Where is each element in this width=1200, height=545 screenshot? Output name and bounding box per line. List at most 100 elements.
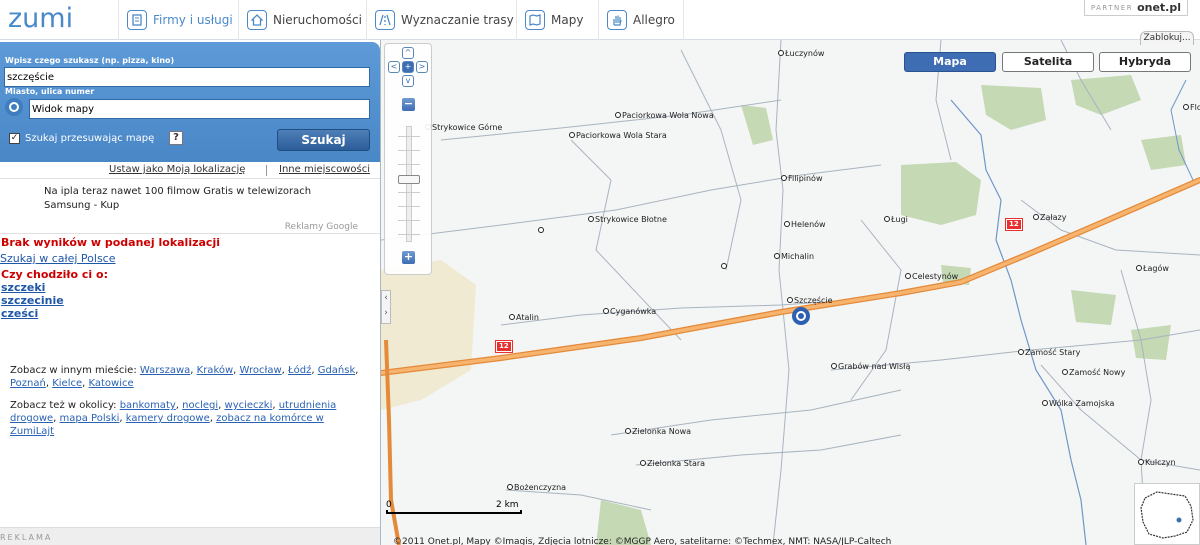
other-places-link[interactable]: Inne miejscowości — [279, 164, 370, 175]
town-label[interactable]: Filipinów — [781, 174, 823, 183]
search-on-move-checkbox[interactable]: ✓ — [9, 133, 20, 144]
zoom-slider-track[interactable] — [406, 126, 412, 242]
overview-minimap[interactable] — [1134, 483, 1200, 545]
lock-panel-tab[interactable]: Zablokuj... — [1140, 31, 1194, 45]
city-link[interactable]: Wrocław — [240, 365, 282, 376]
google-ad[interactable]: Na ipla teraz nawet 100 filmow Gratis w … — [0, 178, 380, 234]
pan-right-icon[interactable]: > — [416, 61, 428, 73]
zoom-tick — [398, 164, 420, 165]
zoom-pan-control: ^ < + > v − + — [384, 43, 432, 275]
nearby-link[interactable]: kamery drogowe — [126, 413, 210, 424]
suggestion-link[interactable]: szczecinie — [1, 294, 64, 307]
map-type-hybryda-button[interactable]: Hybryda — [1099, 52, 1191, 72]
zoom-tick — [398, 220, 420, 221]
pan-left-icon[interactable]: < — [388, 61, 400, 73]
locality-dot[interactable] — [721, 262, 728, 271]
search-on-move-label: Szukaj przesuwając mapę — [25, 133, 155, 144]
town-label[interactable]: Zielonka Nowa — [625, 427, 691, 436]
locality-dot[interactable] — [538, 226, 545, 235]
nearby-link[interactable]: mapa Polski — [60, 413, 120, 424]
ad-provider-label[interactable]: Reklamy Google — [285, 222, 358, 232]
svg-text:zumi: zumi — [8, 3, 73, 33]
city-link[interactable]: Łódź — [288, 365, 311, 376]
search-all-poland-link[interactable]: Szukaj w całej Polsce — [0, 252, 116, 265]
map-view[interactable]: 12 12 Łuczynów Strykowice Górne Paciorko… — [381, 40, 1200, 545]
zoom-out-button[interactable]: − — [402, 98, 415, 111]
map-copyright: ©2011 Onet.pl, Mapy ©Imagis, Zdjęcia lot… — [393, 537, 892, 545]
town-label[interactable]: Wólka Zamojska — [1042, 399, 1114, 408]
town-label[interactable]: Łagów — [1136, 264, 1169, 273]
pan-up-icon[interactable]: ^ — [402, 47, 414, 59]
set-my-location-link[interactable]: Ustaw jako Moją lokalizację — [109, 164, 245, 175]
advertising-footer: REKLAMA — [0, 527, 380, 545]
city-link[interactable]: Poznań — [10, 378, 46, 389]
partner-label: PARTNER — [1090, 3, 1134, 12]
town-label[interactable]: Michalin — [774, 252, 814, 261]
map-type-mapa-button[interactable]: Mapa — [904, 52, 996, 72]
town-label[interactable]: Zamość Stary — [1018, 348, 1080, 357]
zoom-tick — [398, 206, 420, 207]
tab-label: Firmy i usługi — [153, 13, 233, 27]
tab-mapy[interactable]: Mapy — [516, 0, 596, 40]
tab-label: Mapy — [551, 13, 584, 27]
nearby-link[interactable]: bankomaty — [120, 400, 176, 411]
town-label[interactable]: Grabów nad Wisłą — [831, 362, 910, 371]
zoom-tick — [398, 192, 420, 193]
town-label[interactable]: Paciorkowa Wola Nowa — [615, 111, 714, 120]
city-link[interactable]: Katowice — [89, 378, 134, 389]
town-label[interactable]: Ługi — [884, 215, 908, 224]
zoom-in-button[interactable]: + — [402, 251, 415, 264]
suggestion-link[interactable]: szczeki — [1, 281, 45, 294]
ad-text[interactable]: Na ipla teraz nawet 100 filmow Gratis w … — [44, 185, 344, 213]
town-label[interactable]: Atalin — [509, 313, 539, 322]
collapse-panel-toggle[interactable]: ‹ › — [381, 290, 391, 324]
pan-down-icon[interactable]: v — [402, 75, 414, 87]
city-link[interactable]: Kielce — [52, 378, 82, 389]
city-link[interactable]: Gdańsk — [318, 365, 356, 376]
town-label[interactable]: Strykowice Górne — [425, 123, 502, 132]
town-label[interactable]: Załazy — [1033, 213, 1067, 222]
town-label[interactable]: Zielonka Stara — [640, 459, 705, 468]
zumi-logo[interactable]: zumi — [8, 3, 90, 33]
tab-firmy-i-uslugi[interactable]: Firmy i usługi — [118, 0, 236, 40]
location-target-icon[interactable] — [5, 98, 23, 116]
partner-name: onet.pl — [1137, 1, 1181, 14]
pan-center-icon[interactable]: + — [402, 61, 414, 73]
left-panel: Wpisz czego szukasz (np. pizza, kino) Mi… — [0, 40, 381, 545]
map-type-satelita-button[interactable]: Satelita — [1002, 52, 1094, 72]
road-shield-12: 12 — [1005, 218, 1023, 231]
search-button[interactable]: Szukaj — [277, 129, 370, 151]
town-label[interactable]: Łuczynów — [778, 49, 824, 58]
nearby-link[interactable]: noclegi — [182, 400, 218, 411]
town-label[interactable]: Celestynów — [905, 272, 958, 281]
city-link[interactable]: Warszawa — [140, 365, 190, 376]
suggestion-link[interactable]: cześci — [1, 307, 38, 320]
what-label: Wpisz czego szukasz (np. pizza, kino) — [5, 56, 175, 65]
town-label[interactable]: Szczęście — [787, 296, 833, 305]
tab-nieruchomosci[interactable]: Nieruchomości — [238, 0, 364, 40]
search-box: Wpisz czego szukasz (np. pizza, kino) Mi… — [0, 42, 380, 162]
town-label[interactable]: Bożenczyzna — [507, 483, 566, 492]
nearby-link[interactable]: wycieczki — [225, 400, 273, 411]
location-marker-icon[interactable] — [792, 307, 810, 325]
town-label[interactable]: Strykowice Błotne — [588, 215, 667, 224]
tab-allegro[interactable]: Allegro — [598, 0, 684, 40]
map-canvas[interactable] — [381, 40, 1200, 545]
town-label[interactable]: Floria — [1183, 103, 1200, 112]
no-results-heading: Brak wyników w podanej lokalizacji — [1, 236, 220, 249]
town-label[interactable]: Zamość Nowy — [1062, 368, 1125, 377]
help-icon[interactable]: ? — [169, 131, 183, 145]
what-input[interactable] — [4, 67, 370, 87]
where-input[interactable] — [29, 99, 370, 119]
road-shield-12: 12 — [495, 340, 513, 353]
zoom-slider-handle[interactable] — [398, 175, 420, 184]
partner-badge[interactable]: PARTNER onet.pl — [1083, 0, 1188, 16]
where-label: Miasto, ulica numer — [5, 87, 95, 96]
town-label[interactable]: Kulczyn — [1138, 458, 1176, 467]
town-label[interactable]: Helenów — [784, 220, 826, 229]
phonebook-icon — [127, 10, 147, 30]
tab-wyznaczanie-trasy[interactable]: Wyznaczanie trasy — [366, 0, 514, 40]
city-link[interactable]: Kraków — [197, 365, 234, 376]
town-label[interactable]: Paciorkowa Wola Stara — [569, 131, 667, 140]
town-label[interactable]: Cyganówka — [603, 307, 656, 316]
